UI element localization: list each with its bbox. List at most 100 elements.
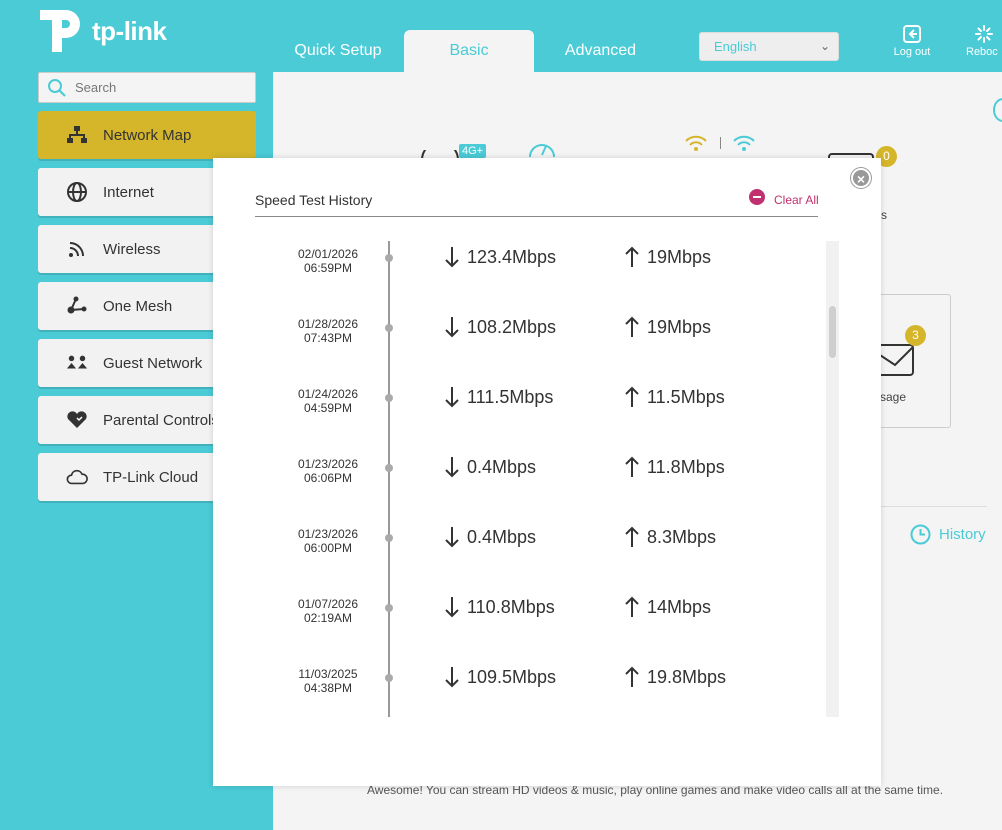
language-value: English: [714, 39, 757, 54]
download-speed: 111.5Mbps: [445, 386, 553, 408]
network-type-badge: 4G+: [459, 144, 487, 158]
history-row: 01/23/2026 06:06PM 0.4Mbps 11.8Mbps: [255, 451, 815, 521]
clock-icon: [910, 524, 931, 545]
download-value: 0.4Mbps: [467, 456, 537, 477]
upload-speed: 19.8Mbps: [625, 666, 726, 688]
history-datetime: 11/03/2025 04:38PM: [255, 667, 401, 695]
history-datetime: 01/28/2026 07:43PM: [255, 317, 401, 345]
network-map-icon: [66, 124, 88, 146]
brand-name: tp-link: [92, 15, 167, 46]
history-date: 01/28/2026: [297, 317, 359, 331]
history-time: 02:19AM: [303, 611, 353, 625]
history-row: 01/24/2026 04:59PM 111.5Mbps 11.5Mbps: [255, 381, 815, 451]
history-time: 06:00PM: [303, 541, 353, 555]
history-datetime: 01/23/2026 06:00PM: [255, 527, 401, 555]
mesh-icon: [66, 295, 88, 317]
tab-quick-setup[interactable]: Quick Setup: [283, 30, 393, 72]
download-arrow-icon: [445, 597, 459, 618]
wireless-icon: [66, 238, 88, 260]
history-datetime: 01/07/2026 02:19AM: [255, 597, 401, 625]
sidebar-item-label: One Mesh: [103, 297, 173, 315]
upload-value: 8.3Mbps: [647, 526, 717, 547]
sidebar-item-network-map[interactable]: Network Map: [38, 111, 256, 159]
logout-button[interactable]: Log out: [887, 24, 937, 58]
upload-arrow-icon: [625, 386, 639, 407]
history-datetime: 02/01/2026 06:59PM: [255, 247, 401, 275]
upload-arrow-icon: [625, 666, 639, 687]
history-row: 01/23/2026 06:00PM 0.4Mbps 8.3Mbps: [255, 521, 815, 591]
history-time: 04:59PM: [303, 401, 353, 415]
download-arrow-icon: [445, 527, 459, 548]
history-time: 06:59PM: [303, 261, 353, 275]
search-icon: [48, 78, 66, 97]
download-speed: 110.8Mbps: [445, 596, 555, 618]
history-row: 02/01/2026 06:59PM 123.4Mbps 19Mbps: [255, 241, 815, 311]
message-badge: 3: [905, 325, 926, 346]
download-value: 109.5Mbps: [467, 666, 557, 687]
search-box[interactable]: [38, 72, 256, 103]
device-label-fragment: s: [881, 208, 887, 222]
history-label: History: [939, 526, 986, 543]
history-date: 02/01/2026: [297, 247, 359, 261]
chevron-down-icon: ⌄: [819, 39, 830, 53]
history-date: 01/07/2026: [297, 597, 359, 611]
download-arrow-icon: [445, 247, 459, 268]
timeline-dot: [385, 674, 393, 682]
download-arrow-icon: [445, 317, 459, 338]
tab-advanced[interactable]: Advanced: [548, 30, 653, 72]
download-value: 110.8Mbps: [467, 596, 555, 617]
language-select[interactable]: English ⌄: [699, 32, 839, 61]
upload-value: 19.8Mbps: [647, 666, 727, 687]
sidebar-item-label: Guest Network: [103, 354, 203, 372]
download-arrow-icon: [445, 667, 459, 688]
reboot-button[interactable]: Reboc: [966, 24, 1002, 58]
sidebar-item-label: Parental Controls: [103, 411, 219, 429]
title-divider: [255, 216, 818, 217]
message-card[interactable]: sage: [875, 294, 951, 428]
history-date: 01/23/2026: [297, 527, 359, 541]
timeline-dot: [385, 254, 393, 262]
download-speed: 0.4Mbps: [445, 456, 536, 478]
wifi-24ghz-icon: [685, 135, 707, 151]
modal-title: Speed Test History: [255, 192, 373, 208]
history-time: 07:43PM: [303, 331, 353, 345]
history-time: 04:38PM: [303, 681, 353, 695]
download-value: 108.2Mbps: [467, 316, 557, 337]
upload-value: 19Mbps: [647, 316, 712, 337]
download-value: 111.5Mbps: [467, 386, 554, 407]
cloud-icon: [66, 466, 88, 488]
search-input[interactable]: [75, 80, 245, 95]
history-list: 02/01/2026 06:59PM 123.4Mbps 19Mbps 01/28/20…: [255, 241, 841, 717]
download-arrow-icon: [445, 387, 459, 408]
timeline-dot: [385, 394, 393, 402]
sidebar-item-label: Network Map: [103, 126, 192, 144]
history-time: 06:06PM: [303, 471, 353, 485]
upload-speed: 11.5Mbps: [625, 386, 725, 408]
history-date: 01/24/2026: [297, 387, 359, 401]
message-card-label: sage: [880, 390, 907, 404]
history-date: 11/03/2025: [298, 667, 358, 681]
close-button[interactable]: ×: [851, 168, 871, 188]
sidebar-item-label: TP-Link Cloud: [103, 468, 199, 486]
history-row: 11/03/2025 04:38PM 109.5Mbps 19.8Mbps: [255, 661, 815, 717]
globe-icon: [66, 181, 88, 203]
history-row: 01/07/2026 02:19AM 110.8Mbps 14Mbps: [255, 591, 815, 661]
download-speed: 0.4Mbps: [445, 526, 536, 548]
scrollbar-thumb[interactable]: [829, 306, 836, 358]
upload-value: 19Mbps: [647, 246, 712, 267]
tab-basic[interactable]: Basic: [404, 30, 534, 72]
divider-line: [880, 506, 987, 507]
download-speed: 108.2Mbps: [445, 316, 556, 338]
upload-speed: 19Mbps: [625, 246, 711, 268]
upload-value: 11.5Mbps: [647, 386, 725, 407]
history-link[interactable]: History: [910, 524, 986, 545]
timeline-dot: [385, 604, 393, 612]
download-value: 0.4Mbps: [467, 526, 537, 547]
logout-icon: [903, 25, 921, 43]
history-date: 01/23/2026: [297, 457, 359, 471]
upload-value: 14Mbps: [647, 596, 712, 617]
timeline-dot: [385, 534, 393, 542]
download-speed: 123.4Mbps: [445, 246, 556, 268]
tp-link-logo: tp-link: [38, 6, 167, 54]
clear-all-button[interactable]: Clear All: [749, 189, 819, 207]
